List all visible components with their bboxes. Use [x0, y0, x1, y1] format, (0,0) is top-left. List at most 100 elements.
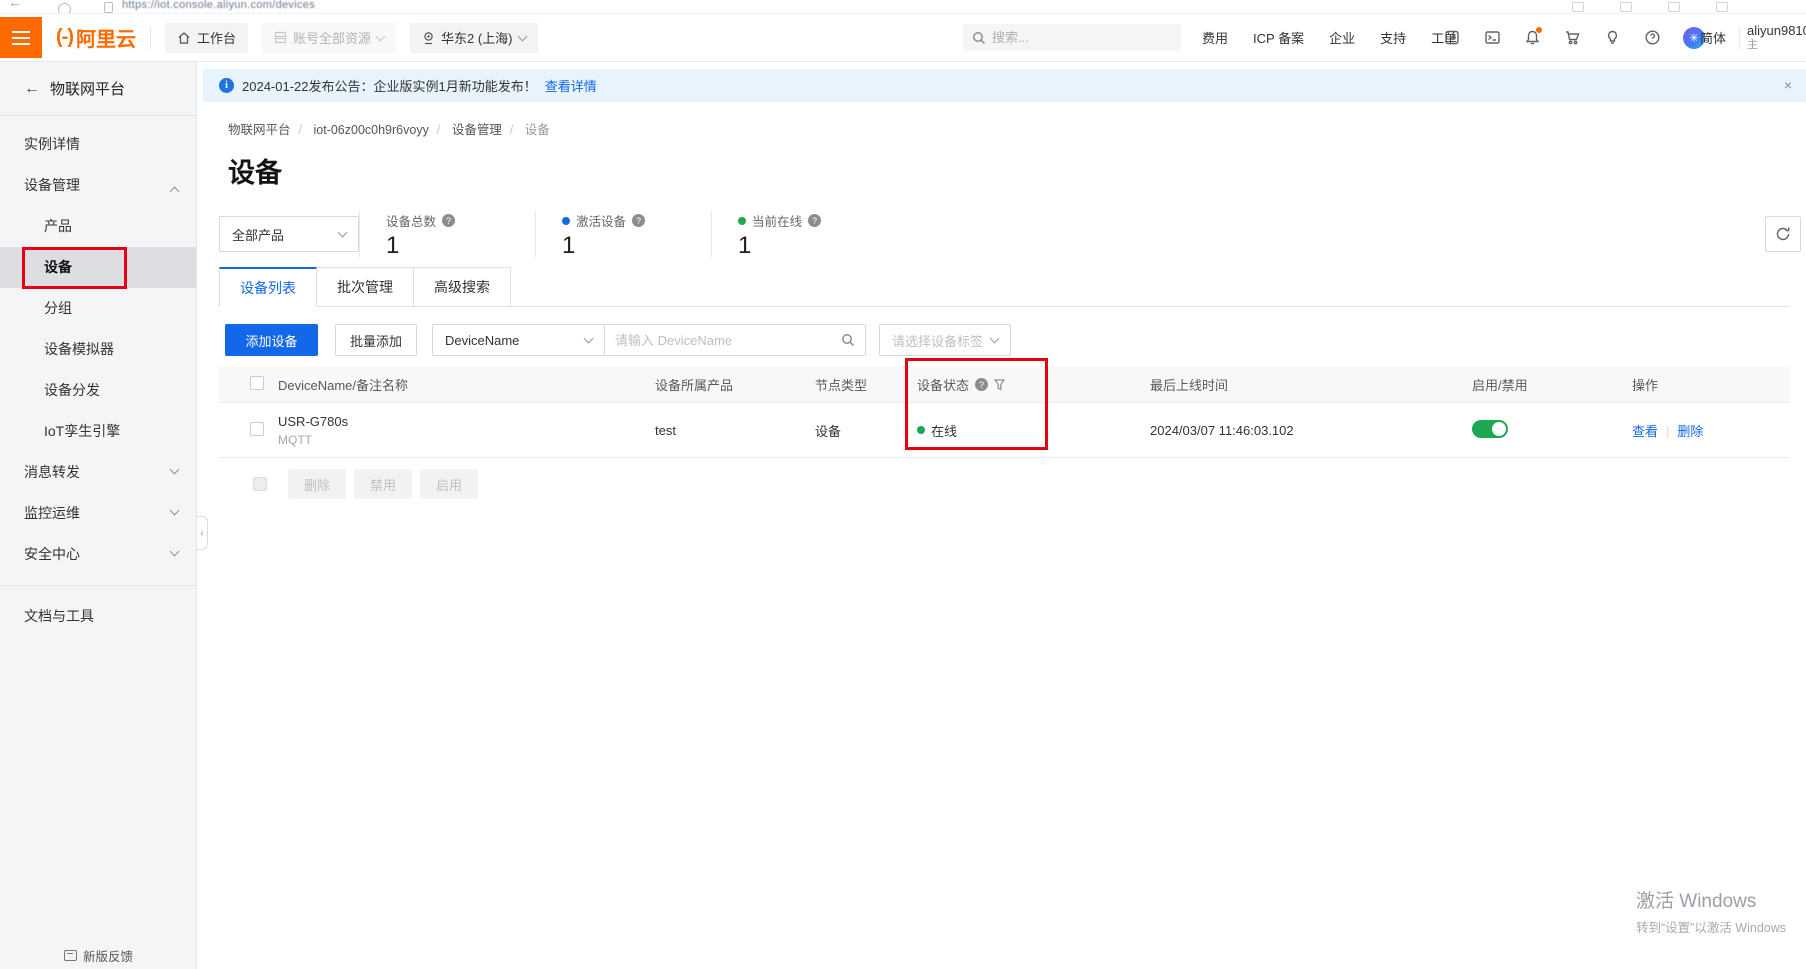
sidebar-item-device-distribution[interactable]: 设备分发 [0, 370, 196, 411]
table-header: DeviceName/备注名称 设备所属产品 节点类型 设备状态 最后上线时间 … [219, 367, 1790, 403]
sidebar-item-message-forwarding[interactable]: 消息转发 [0, 452, 196, 493]
sidebar-item-monitoring-ops[interactable]: 监控运维 [0, 493, 196, 534]
device-name[interactable]: USR-G780s [278, 414, 655, 429]
device-table: DeviceName/备注名称 设备所属产品 节点类型 设备状态 最后上线时间 … [219, 367, 1790, 458]
sidebar-item-product[interactable]: 产品 [0, 206, 196, 247]
feedback-button[interactable]: 新版反馈 [64, 946, 133, 965]
breadcrumb-device-management[interactable]: 设备管理 [452, 123, 522, 137]
breadcrumb: 物联网平台 iot-06z00c0h9r6voyy 设备管理 设备 [219, 119, 1790, 138]
green-dot-icon [738, 217, 746, 225]
batch-disable-button[interactable]: 禁用 [354, 469, 412, 499]
tab-batch-management[interactable]: 批次管理 [317, 267, 414, 307]
api-icon[interactable] [1443, 29, 1461, 47]
batch-select-checkbox[interactable] [253, 477, 267, 491]
language-switch[interactable]: 简体 [1700, 28, 1726, 47]
breadcrumb-platform[interactable]: 物联网平台 [228, 123, 310, 137]
delete-link[interactable]: 删除 [1677, 424, 1703, 439]
sidebar-item-device[interactable]: 设备 [0, 247, 196, 288]
nav-billing[interactable]: 费用 [1202, 28, 1228, 47]
question-circle-icon[interactable] [975, 378, 988, 391]
hamburger-icon [12, 31, 30, 33]
device-node-type: 设备 [815, 421, 917, 440]
search-icon[interactable] [841, 333, 855, 347]
workbench-button[interactable]: 工作台 [165, 23, 248, 53]
sidebar-item-device-simulator[interactable]: 设备模拟器 [0, 329, 196, 370]
batch-enable-button[interactable]: 启用 [420, 469, 478, 499]
account-resources-selector[interactable]: 账号全部资源 [262, 23, 396, 53]
browser-toolbar-icon[interactable] [1572, 2, 1584, 12]
tab-advanced-search[interactable]: 高级搜索 [414, 267, 511, 307]
chevron-down-icon [170, 506, 180, 516]
sidebar-item-device-management[interactable]: 设备管理 [0, 165, 196, 206]
tab-device-list[interactable]: 设备列表 [219, 267, 317, 307]
sidebar-item-security-center[interactable]: 安全中心 [0, 534, 196, 575]
sidebar-item-iot-twin-engine[interactable]: IoT孪生引擎 [0, 411, 196, 452]
device-last-online: 2024/03/07 11:46:03.102 [1150, 423, 1455, 438]
batch-delete-button[interactable]: 删除 [288, 469, 346, 499]
notification-badge [1536, 27, 1542, 33]
header-search[interactable] [963, 24, 1181, 51]
announcement-banner: 2024-01-22发布公告：企业版实例1月新功能发布！ 查看详情 [203, 69, 1806, 102]
back-arrow-icon[interactable] [24, 80, 40, 98]
nav-enterprise[interactable]: 企业 [1329, 28, 1355, 47]
header-search-input[interactable] [992, 30, 1162, 45]
header-nav: 费用 ICP 备案 企业 支持 工单 [1202, 28, 1457, 47]
resources-icon [274, 31, 287, 44]
console-icon[interactable] [1483, 29, 1501, 47]
blue-dot-icon [562, 217, 570, 225]
account-type-badge: 主 [1747, 39, 1806, 53]
notification-bell-icon[interactable] [1523, 29, 1541, 47]
question-circle-icon[interactable] [808, 214, 821, 227]
browser-back-icon[interactable]: ← [8, 0, 22, 10]
nav-support[interactable]: 支持 [1380, 28, 1406, 47]
divider [150, 27, 151, 49]
batch-action-bar: 删除 禁用 启用 [219, 469, 1790, 499]
aliyun-logo[interactable]: 阿里云 [56, 23, 136, 52]
question-circle-icon[interactable] [632, 214, 645, 227]
device-search-input[interactable] [615, 333, 841, 348]
chevron-down-icon [517, 31, 527, 41]
lightbulb-icon[interactable] [1603, 29, 1621, 47]
device-tag-select[interactable]: 请选择设备标签 [879, 324, 1011, 356]
row-checkbox[interactable] [250, 422, 264, 436]
col-actions: 操作 [1632, 375, 1790, 394]
chevron-down-icon [376, 31, 386, 41]
select-all-checkbox[interactable] [250, 376, 264, 390]
sidebar-item-docs-tools[interactable]: 文档与工具 [0, 596, 196, 637]
stat-online-devices: 当前在线 1 [711, 211, 887, 257]
nav-icp[interactable]: ICP 备案 [1253, 28, 1304, 47]
sidebar-collapse-handle[interactable] [197, 516, 208, 550]
browser-toolbar-icon[interactable] [1716, 2, 1728, 12]
region-selector[interactable]: 华东2 (上海) [410, 23, 538, 53]
account-menu[interactable]: aliyun9810 主 [1747, 23, 1806, 53]
browser-toolbar-icon[interactable] [1668, 2, 1680, 12]
sidebar-item-group[interactable]: 分组 [0, 288, 196, 329]
view-link[interactable]: 查看 [1632, 424, 1658, 439]
stats-row: 全部产品 设备总数 1 激活设备 1 [219, 211, 1790, 257]
browser-reload-icon[interactable] [58, 3, 71, 14]
close-icon[interactable] [1784, 77, 1792, 93]
help-icon[interactable] [1643, 29, 1661, 47]
browser-page-icon [104, 2, 113, 13]
product-filter-select[interactable]: 全部产品 [219, 216, 359, 252]
feedback-icon [64, 950, 77, 961]
refresh-button[interactable] [1765, 216, 1801, 252]
enable-toggle[interactable] [1472, 420, 1508, 438]
table-row: USR-G780s MQTT test 设备 在线 2024/03/07 11:… [219, 403, 1790, 458]
batch-add-button[interactable]: 批量添加 [335, 324, 417, 356]
cart-icon[interactable] [1563, 29, 1581, 47]
search-type-select[interactable]: DeviceName [432, 324, 605, 356]
browser-toolbar-icon[interactable] [1620, 2, 1632, 12]
breadcrumb-instance[interactable]: iot-06z00c0h9r6voyy [313, 123, 448, 137]
stat-active-devices: 激活设备 1 [535, 211, 711, 257]
question-circle-icon[interactable] [442, 214, 455, 227]
announcement-link[interactable]: 查看详情 [545, 76, 597, 95]
device-protocol: MQTT [278, 433, 655, 447]
sidebar-item-instance-details[interactable]: 实例详情 [0, 124, 196, 165]
divider [1739, 27, 1740, 49]
filter-funnel-icon[interactable] [994, 379, 1005, 391]
add-device-button[interactable]: 添加设备 [225, 324, 318, 356]
hamburger-menu-button[interactable] [0, 17, 42, 58]
browser-url[interactable]: https://iot.console.aliyun.com/devices [122, 0, 315, 11]
device-search-box[interactable] [604, 324, 866, 356]
